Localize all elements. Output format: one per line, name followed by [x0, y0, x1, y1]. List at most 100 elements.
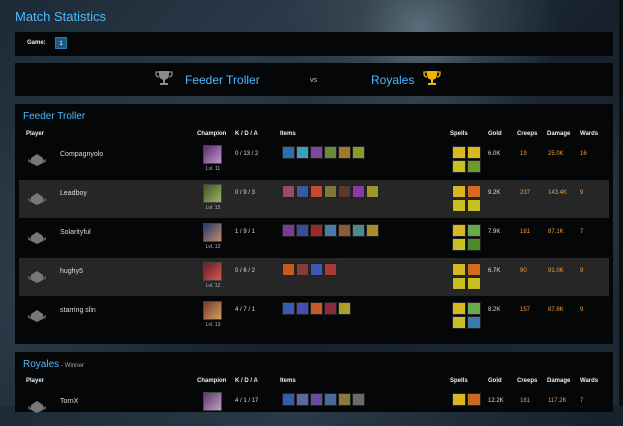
spell-icon[interactable] [467, 316, 481, 329]
item-icon[interactable] [282, 224, 295, 237]
spell-icon[interactable] [467, 263, 481, 276]
wards-value: 7 [580, 398, 584, 404]
creeps-value: 90 [520, 268, 527, 274]
item-icon[interactable] [310, 224, 323, 237]
kda-value: 4 / 1 / 17 [235, 398, 259, 404]
player-row[interactable]: TornX 4 / 1 / 17 12.2K 181 117.2K 7 [19, 388, 609, 426]
player-name[interactable]: TornX [60, 398, 78, 405]
damage-value: 25.0K [548, 151, 564, 157]
spell-icon[interactable] [467, 224, 481, 237]
item-icon[interactable] [296, 393, 309, 406]
item-icon[interactable] [338, 224, 351, 237]
spell-icon[interactable] [452, 146, 466, 159]
item-icon[interactable] [324, 263, 337, 276]
spell-icon[interactable] [452, 393, 466, 406]
item-icon[interactable] [282, 146, 295, 159]
damage-value: 87.1K [548, 229, 564, 235]
item-icon[interactable] [338, 302, 351, 315]
champion-portrait[interactable] [203, 223, 222, 242]
kda-value: 1 / 9 / 1 [235, 229, 256, 235]
spell-icon[interactable] [467, 302, 481, 315]
champion-portrait[interactable] [203, 184, 222, 203]
item-icon[interactable] [352, 146, 365, 159]
spell-icon[interactable] [452, 302, 466, 315]
item-icon[interactable] [324, 393, 337, 406]
player-row[interactable]: starring slin Lvl. 13 4 / 7 / 1 8.2K 157… [19, 297, 609, 335]
gold-value: 9.2K [488, 190, 501, 196]
item-icon[interactable] [282, 302, 295, 315]
header-kda: K / D / A [235, 378, 258, 384]
team-result: - Winner [61, 363, 84, 369]
items-list [282, 393, 365, 406]
player-row[interactable]: Compagnyolo Lvl. 11 0 / 13 / 2 6.0K 19 2… [19, 141, 609, 179]
header-gold: Gold [488, 131, 502, 137]
item-icon[interactable] [310, 185, 323, 198]
player-name[interactable]: Compagnyolo [60, 151, 103, 158]
spell-icon[interactable] [467, 277, 481, 290]
spell-icon[interactable] [452, 316, 466, 329]
trophy-icon-team-b [423, 71, 441, 85]
header-gold: Gold [488, 378, 502, 384]
player-name[interactable]: Solarityful [60, 229, 91, 236]
player-row[interactable]: Leadboy Lvl. 15 0 / 9 / 3 9.2K 237 143.4… [19, 180, 609, 218]
item-icon[interactable] [296, 224, 309, 237]
item-icon[interactable] [324, 302, 337, 315]
item-icon[interactable] [352, 185, 365, 198]
spell-icon[interactable] [452, 224, 466, 237]
header-spells: Spells [450, 378, 468, 384]
item-icon[interactable] [324, 146, 337, 159]
item-icon[interactable] [296, 302, 309, 315]
rank-badge-icon [28, 154, 46, 166]
spell-icon[interactable] [467, 238, 481, 251]
champion-portrait[interactable] [203, 392, 222, 411]
item-icon[interactable] [282, 263, 295, 276]
player-row[interactable]: Solarityful Lvl. 12 1 / 9 / 1 7.9K 181 8… [19, 219, 609, 257]
spell-icon[interactable] [467, 185, 481, 198]
player-row[interactable]: hughy5 Lvl. 12 0 / 6 / 2 6.7K 90 91.0K 9 [19, 258, 609, 296]
kda-value: 0 / 9 / 3 [235, 190, 256, 196]
item-icon[interactable] [310, 302, 323, 315]
champion-portrait[interactable] [203, 301, 222, 320]
spell-icon[interactable] [452, 263, 466, 276]
champion-level: Lvl. 12 [205, 283, 221, 289]
item-icon[interactable] [296, 185, 309, 198]
spell-icon[interactable] [452, 185, 466, 198]
spell-icon[interactable] [452, 199, 466, 212]
spell-icon[interactable] [452, 160, 466, 173]
item-icon[interactable] [352, 393, 365, 406]
item-icon[interactable] [338, 146, 351, 159]
champion-portrait[interactable] [203, 262, 222, 281]
item-icon[interactable] [324, 224, 337, 237]
item-icon[interactable] [324, 185, 337, 198]
item-icon[interactable] [310, 146, 323, 159]
spell-icon[interactable] [467, 393, 481, 406]
gold-value: 6.0K [488, 151, 501, 157]
champion-portrait[interactable] [203, 145, 222, 164]
champion-level: Lvl. 11 [205, 166, 221, 172]
team-b-name[interactable]: Royales [371, 73, 414, 87]
item-icon[interactable] [338, 393, 351, 406]
game-1-button[interactable]: 1 [55, 37, 67, 49]
item-icon[interactable] [366, 224, 379, 237]
item-icon[interactable] [352, 224, 365, 237]
spell-icon[interactable] [467, 146, 481, 159]
item-icon[interactable] [310, 263, 323, 276]
player-name[interactable]: Leadboy [60, 190, 87, 197]
item-icon[interactable] [366, 185, 379, 198]
spell-icon[interactable] [467, 199, 481, 212]
item-icon[interactable] [310, 393, 323, 406]
team-title: Royales - Winner [23, 359, 84, 370]
rank-badge-icon [28, 232, 46, 244]
team-a-name[interactable]: Feeder Troller [185, 73, 260, 87]
item-icon[interactable] [282, 185, 295, 198]
item-icon[interactable] [338, 185, 351, 198]
item-icon[interactable] [282, 393, 295, 406]
spell-icon[interactable] [452, 277, 466, 290]
item-icon[interactable] [296, 146, 309, 159]
player-name[interactable]: starring slin [60, 307, 96, 314]
player-name[interactable]: hughy5 [60, 268, 83, 275]
spell-icon[interactable] [467, 160, 481, 173]
item-icon[interactable] [296, 263, 309, 276]
game-selector-panel: Game: 1 [15, 32, 613, 56]
spell-icon[interactable] [452, 238, 466, 251]
